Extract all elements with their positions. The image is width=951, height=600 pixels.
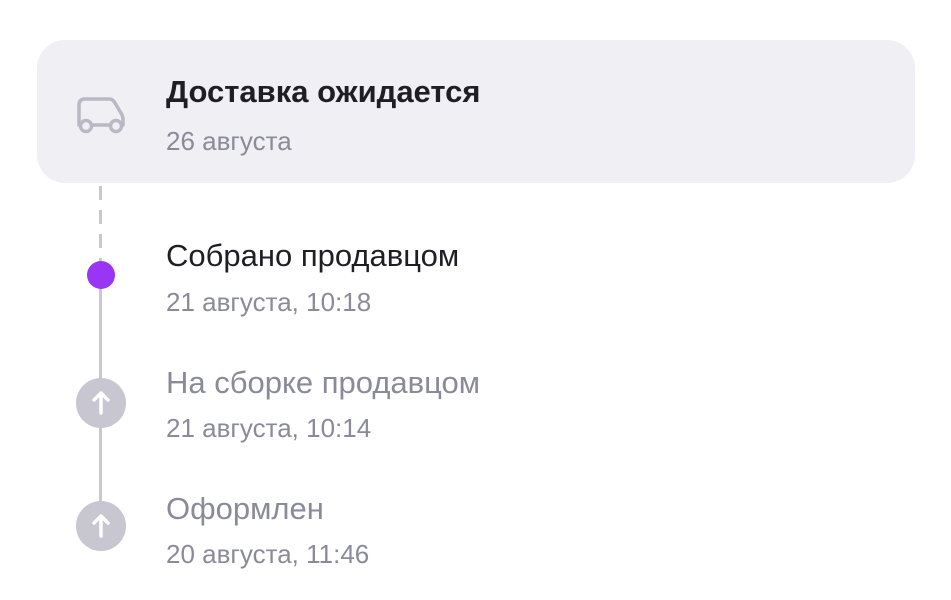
timeline-step-date: 21 августа, 10:14 bbox=[166, 413, 372, 443]
order-tracking: Доставка ожидается 26 августа Собрано пр… bbox=[0, 0, 951, 600]
arrow-up-icon bbox=[76, 501, 126, 551]
timeline-dashed-connector bbox=[99, 186, 102, 268]
current-status-dot bbox=[87, 261, 115, 289]
arrow-up-icon bbox=[76, 378, 126, 428]
truck-icon bbox=[75, 95, 127, 135]
delivery-status-card[interactable]: Доставка ожидается 26 августа bbox=[37, 40, 915, 183]
delivery-date: 26 августа bbox=[166, 126, 292, 156]
timeline-step-date: 21 августа, 10:18 bbox=[166, 287, 372, 317]
timeline-step-title: Оформлен bbox=[166, 491, 324, 526]
delivery-title: Доставка ожидается bbox=[166, 74, 481, 109]
timeline-step-title: На сборке продавцом bbox=[166, 365, 481, 400]
timeline-step-title: Собрано продавцом bbox=[166, 238, 460, 273]
timeline-step-date: 20 августа, 11:46 bbox=[166, 539, 370, 569]
